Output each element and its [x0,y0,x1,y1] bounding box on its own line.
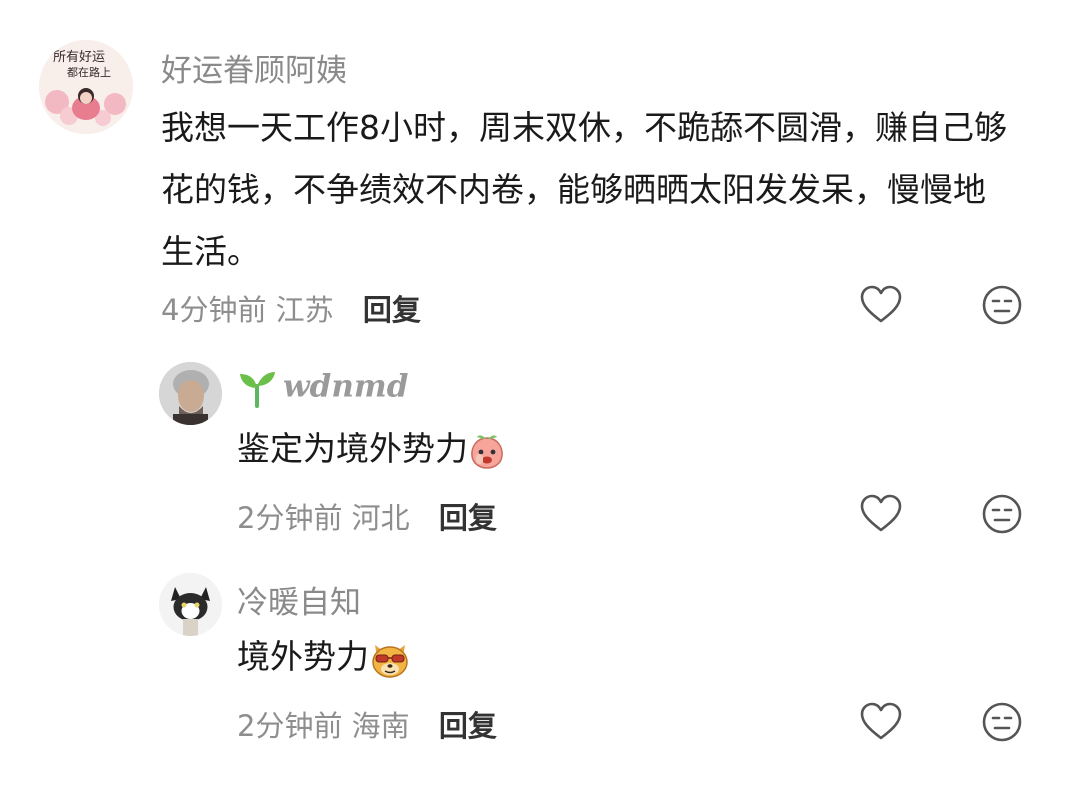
reply-item: 冷暖自知 境外势力 2分钟前 海南 回复 [0,555,1080,801]
peach-face-icon [471,434,503,469]
reply-item: wdnmd 鉴定为境外势力 2分钟前 河北 回复 [0,340,1080,555]
dog-sunglasses-icon [372,644,408,678]
heart-outline-icon[interactable] [859,700,903,744]
neutral-face-icon[interactable] [980,492,1024,536]
sprout-badge-icon [240,372,275,408]
comment-text-body: 鉴定为境外势力 [237,429,468,468]
neutral-face-icon[interactable] [980,283,1024,327]
avatar[interactable] [159,573,222,636]
comment-meta: 2分钟前 河北 回复 [237,495,497,537]
comment-text: 我想一天工作8小时，周末双休，不跪舔不圆滑，赚自己够花的钱，不争绩效不内卷，能够… [161,108,1007,271]
timestamp: 2分钟前 [237,709,343,743]
comment-text: 鉴定为境外势力 [237,418,506,480]
comment-meta: 2分钟前 海南 回复 [237,703,497,745]
username[interactable]: wdnmd [237,368,408,408]
heart-outline-icon[interactable] [859,283,903,327]
avatar-caption: 所有好运 都在路上 [53,50,111,79]
location: 海南 [351,709,410,743]
reply-button[interactable]: 回复 [439,501,497,535]
comment-text-body: 境外势力 [237,637,369,676]
username[interactable]: 好运眷顾阿姨 [161,45,347,90]
comment-text: 境外势力 [237,626,411,688]
username[interactable]: 冷暖自知 [237,577,361,622]
avatar[interactable] [159,362,222,425]
location: 河北 [351,501,410,535]
location: 江苏 [275,293,334,327]
neutral-face-icon[interactable] [980,700,1024,744]
reply-button[interactable]: 回复 [439,709,497,743]
comment-meta: 4分钟前 江苏 回复 [161,287,421,329]
avatar[interactable]: 所有好运 都在路上 [39,40,133,134]
username-text: wdnmd [283,368,409,405]
timestamp: 2分钟前 [237,501,343,535]
reply-button[interactable]: 回复 [363,293,421,327]
comment-item: 所有好运 都在路上 好运眷顾阿姨 我想一天工作8小时，周末双休，不跪舔不圆滑，赚… [0,0,1080,340]
timestamp: 4分钟前 [161,293,267,327]
heart-outline-icon[interactable] [859,492,903,536]
